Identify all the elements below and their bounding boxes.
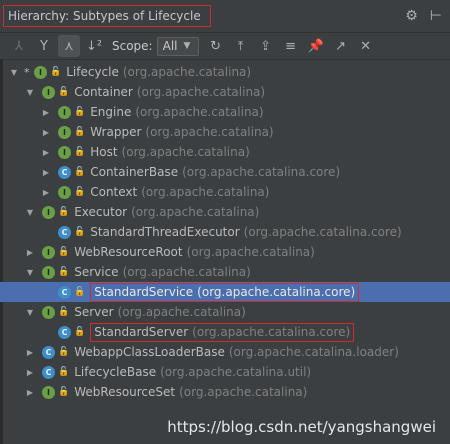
open-in-editor-icon[interactable]: ↗	[330, 35, 352, 57]
lock-icon: 🔓	[58, 307, 70, 317]
lock-icon: 🔓	[74, 187, 86, 197]
minimize-icon[interactable]: ⊢	[430, 8, 442, 24]
watermark: https://blog.csdn.net/yangshangwei	[167, 418, 436, 436]
gear-icon[interactable]: ⚙	[405, 8, 418, 24]
tree-row-executor[interactable]: ▼ I 🔓 Executor (org.apache.catalina)	[0, 202, 450, 222]
tree-row-server[interactable]: ▼ I 🔓 Server (org.apache.catalina)	[0, 302, 450, 322]
chevron-right-icon[interactable]: ▶	[24, 248, 36, 257]
lock-icon: 🔓	[74, 107, 86, 117]
tree-row-standardservice[interactable]: C 🔓 StandardService (org.apache.catalina…	[0, 282, 450, 302]
interface-icon: I	[42, 305, 55, 319]
tree-row-container[interactable]: ▼ I 🔓 Container (org.apache.catalina)	[0, 82, 450, 102]
scope-label: Scope:	[112, 39, 153, 53]
subtypes-icon[interactable]: Y	[33, 35, 55, 57]
abstract-class-icon: C	[58, 165, 71, 179]
chevron-down-icon[interactable]: ▼	[8, 68, 20, 77]
chevron-right-icon[interactable]: ▶	[24, 388, 36, 397]
tree-row-webresourceset[interactable]: ▶ I 🔓 WebResourceSet (org.apache.catalin…	[0, 382, 450, 402]
chevron-down-icon[interactable]: ▼	[24, 268, 36, 277]
chevron-right-icon[interactable]: ▶	[24, 368, 36, 377]
interface-icon: I	[58, 185, 71, 199]
interface-icon: I	[58, 125, 71, 139]
chevron-right-icon[interactable]: ▶	[24, 348, 36, 357]
collapse-all-icon[interactable]: ≡	[280, 35, 302, 57]
hierarchy-title: Hierarchy: Subtypes of Lifecycle	[3, 5, 211, 27]
export-icon[interactable]: ⇪	[255, 35, 277, 57]
interface-icon: I	[42, 245, 55, 259]
lock-icon: 🔓	[74, 227, 86, 237]
interface-icon: I	[58, 145, 71, 159]
lock-icon: 🔓	[58, 247, 70, 257]
interface-icon: I	[34, 65, 47, 79]
star-icon: *	[24, 65, 30, 79]
chevron-down-icon[interactable]: ▼	[24, 208, 36, 217]
pin-icon[interactable]: ⤒	[230, 35, 252, 57]
tree-row-lifecycle[interactable]: ▼ * I 🔓 Lifecycle (org.apache.catalina)	[0, 62, 450, 82]
chevron-down-icon: ▼	[183, 41, 191, 51]
class-icon: C	[58, 285, 71, 299]
tree-row-lifecyclebase[interactable]: ▶ C 🔓 LifecycleBase (org.apache.catalina…	[0, 362, 450, 382]
chevron-right-icon[interactable]: ▶	[40, 108, 52, 117]
interface-icon: I	[42, 205, 55, 219]
tree-row-containerbase[interactable]: ▶ C 🔓 ContainerBase (org.apache.catalina…	[0, 162, 450, 182]
refresh-icon[interactable]: ↻	[205, 35, 227, 57]
interface-icon: I	[42, 85, 55, 99]
lock-icon: 🔓	[58, 207, 70, 217]
tree-row-service[interactable]: ▼ I 🔓 Service (org.apache.catalina)	[0, 262, 450, 282]
abstract-class-icon: C	[42, 345, 55, 359]
lock-icon: 🔓	[58, 87, 70, 97]
class-icon: C	[58, 225, 71, 239]
class-icon: C	[58, 325, 71, 339]
interface-icon: I	[42, 265, 55, 279]
tree-row-webresourceroot[interactable]: ▶ I 🔓 WebResourceRoot (org.apache.catali…	[0, 242, 450, 262]
tree-row-standardserver[interactable]: C 🔓 StandardServer (org.apache.catalina.…	[0, 322, 450, 342]
tree-row-host[interactable]: ▶ I 🔓 Host (org.apache.catalina)	[0, 142, 450, 162]
lock-icon: 🔓	[50, 67, 62, 77]
scope-select[interactable]: All ▼	[156, 36, 199, 56]
scope-value: All	[162, 39, 178, 53]
lock-icon: 🔓	[74, 287, 86, 297]
interface-icon: I	[58, 105, 71, 119]
chevron-right-icon[interactable]: ▶	[40, 168, 52, 177]
lock-icon: 🔓	[74, 167, 86, 177]
sort-alpha-icon[interactable]: ↓²	[83, 35, 105, 57]
class-hierarchy-icon[interactable]: ⋏	[58, 35, 80, 57]
highlight-box: StandardService (org.apache.catalina.cor…	[90, 282, 360, 302]
tree-row-standardthreadexecutor[interactable]: C 🔓 StandardThreadExecutor (org.apache.c…	[0, 222, 450, 242]
lock-icon: 🔓	[58, 387, 70, 397]
lock-icon: 🔓	[74, 147, 86, 157]
lock-icon: 🔓	[74, 127, 86, 137]
chevron-right-icon[interactable]: ▶	[40, 148, 52, 157]
lock-icon: 🔓	[74, 327, 86, 337]
chevron-right-icon[interactable]: ▶	[40, 188, 52, 197]
chevron-down-icon[interactable]: ▼	[24, 308, 36, 317]
hierarchy-toolbar: ⅄ Y ⋏ ↓² Scope: All ▼ ↻ ⤒ ⇪ ≡ 📌 ↗ ✕	[0, 33, 450, 60]
lock-icon: 🔓	[58, 347, 70, 357]
tree-row-webappclassloaderbase[interactable]: ▶ C 🔓 WebappClassLoaderBase (org.apache.…	[0, 342, 450, 362]
highlight-box: StandardServer (org.apache.catalina.core…	[90, 322, 355, 342]
supertypes-icon[interactable]: ⅄	[8, 35, 30, 57]
header-actions: ⚙ ⊢	[405, 8, 442, 24]
tree-row-context[interactable]: ▶ I 🔓 Context (org.apache.catalina)	[0, 182, 450, 202]
interface-icon: I	[42, 385, 55, 399]
hierarchy-tree: ▼ * I 🔓 Lifecycle (org.apache.catalina) …	[0, 60, 450, 402]
tree-row-wrapper[interactable]: ▶ I 🔓 Wrapper (org.apache.catalina)	[0, 122, 450, 142]
lock-icon: 🔓	[58, 367, 70, 377]
lock-icon: 🔓	[58, 267, 70, 277]
hierarchy-header: Hierarchy: Subtypes of Lifecycle ⚙ ⊢	[0, 0, 450, 33]
abstract-class-icon: C	[42, 365, 55, 379]
chevron-down-icon[interactable]: ▼	[24, 88, 36, 97]
close-icon[interactable]: ✕	[355, 35, 377, 57]
tree-row-engine[interactable]: ▶ I 🔓 Engine (org.apache.catalina)	[0, 102, 450, 122]
pin-tab-icon[interactable]: 📌	[305, 35, 327, 57]
chevron-right-icon[interactable]: ▶	[40, 128, 52, 137]
